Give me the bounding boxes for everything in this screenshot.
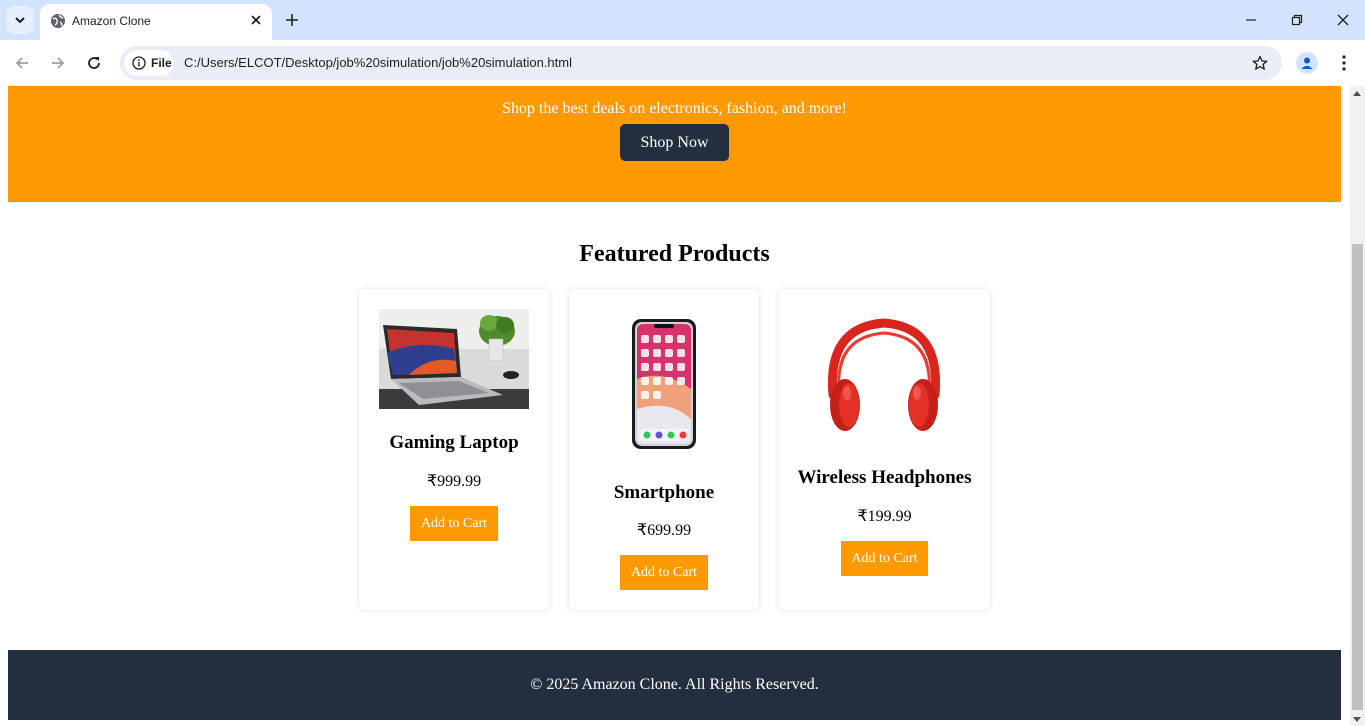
page-viewport: Shop the best deals on electronics, fash… — [0, 86, 1365, 726]
window-close-button[interactable] — [1331, 8, 1355, 32]
browser-tab[interactable]: Amazon Clone — [40, 4, 272, 40]
hero-banner: Shop the best deals on electronics, fash… — [8, 86, 1341, 202]
shop-now-button[interactable]: Shop Now — [620, 124, 729, 161]
globe-icon — [51, 14, 65, 28]
close-icon — [1337, 14, 1349, 26]
person-icon — [1301, 57, 1313, 69]
product-name: Wireless Headphones — [797, 467, 972, 488]
hero-tagline: Shop the best deals on electronics, fash… — [502, 100, 847, 117]
chevron-down-icon — [15, 17, 25, 24]
info-icon — [132, 56, 146, 70]
product-price: ₹199.99 — [857, 508, 912, 525]
laptop-image — [379, 309, 529, 409]
forward-button[interactable] — [46, 51, 70, 75]
page-scrollbar[interactable] — [1350, 86, 1365, 726]
scrollbar-thumb[interactable] — [1352, 244, 1363, 710]
browser-toolbar: File C:/Users/ELCOT/Desktop/job%20simula… — [0, 40, 1365, 86]
smartphone-image — [632, 319, 696, 449]
browser-menu-button[interactable] — [1334, 52, 1354, 74]
url-text[interactable]: C:/Users/ELCOT/Desktop/job%20simulation/… — [184, 55, 572, 70]
arrow-right-icon — [52, 57, 65, 69]
site-chip-label: File — [151, 56, 172, 70]
tab-title: Amazon Clone — [72, 14, 151, 28]
scroll-up-arrow-icon[interactable] — [1353, 91, 1361, 96]
address-bar[interactable]: File C:/Users/ELCOT/Desktop/job%20simula… — [120, 46, 1282, 80]
star-icon — [1252, 55, 1268, 70]
page-footer: © 2025 Amazon Clone. All Rights Reserved… — [8, 650, 1341, 720]
product-card: Wireless Headphones ₹199.99 Add to Cart — [779, 289, 990, 610]
add-to-cart-button[interactable]: Add to Cart — [620, 555, 708, 590]
plus-icon — [286, 14, 298, 26]
footer-copyright: © 2025 Amazon Clone. All Rights Reserved… — [530, 676, 819, 693]
profile-button[interactable] — [1296, 52, 1318, 74]
product-card: Smartphone ₹699.99 Add to Cart — [569, 289, 759, 610]
restore-button[interactable] — [1285, 8, 1309, 32]
tab-close-button[interactable] — [248, 12, 264, 28]
close-icon — [251, 15, 261, 25]
more-vertical-icon — [1342, 55, 1346, 71]
restore-icon — [1291, 14, 1303, 26]
product-card: Gaming Laptop ₹999.99 Add to Cart — [359, 289, 549, 610]
tab-search-button[interactable] — [6, 6, 34, 34]
product-name: Smartphone — [613, 482, 715, 503]
add-to-cart-button[interactable]: Add to Cart — [841, 541, 928, 576]
scroll-down-arrow-icon[interactable] — [1353, 717, 1361, 722]
arrow-left-icon — [15, 57, 28, 69]
browser-tab-bar: Amazon Clone — [0, 0, 1365, 40]
product-price: ₹699.99 — [636, 522, 692, 539]
back-button[interactable] — [10, 51, 34, 75]
add-to-cart-button[interactable]: Add to Cart — [410, 506, 498, 541]
section-title: Featured Products — [579, 241, 770, 267]
minimize-button[interactable] — [1239, 8, 1263, 32]
reload-button[interactable] — [82, 51, 106, 75]
minimize-icon — [1246, 19, 1256, 21]
reload-icon — [88, 57, 100, 69]
product-price: ₹999.99 — [426, 473, 482, 490]
headphones-image — [827, 318, 941, 431]
product-name: Gaming Laptop — [389, 432, 519, 453]
new-tab-button[interactable] — [282, 10, 302, 30]
site-info-chip[interactable]: File — [124, 50, 174, 76]
bookmark-button[interactable] — [1250, 53, 1270, 73]
